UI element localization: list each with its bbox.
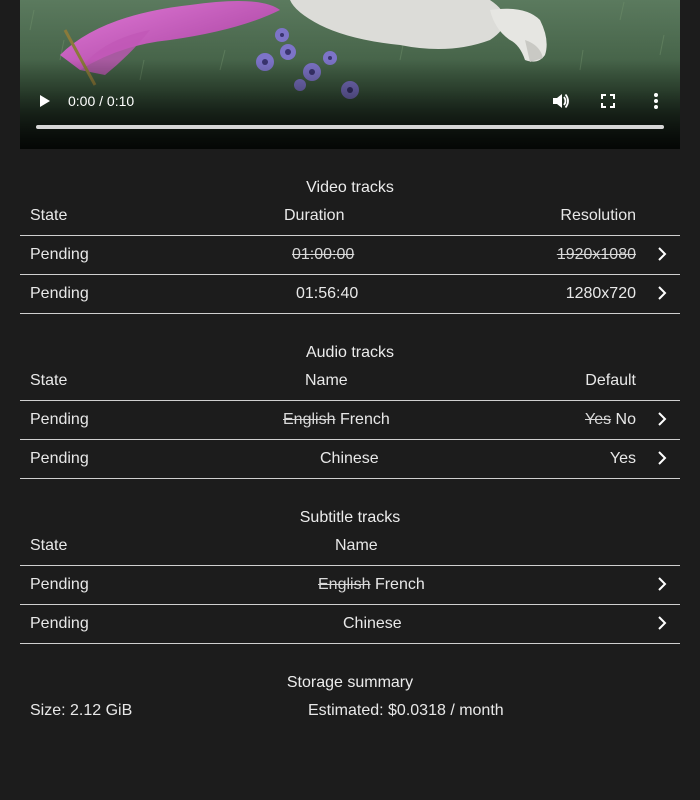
- play-icon[interactable]: [34, 91, 54, 111]
- name-cell: English French: [283, 411, 390, 429]
- duration-header: Duration: [284, 207, 345, 224]
- video-tracks-section: Video tracks State Duration Resolution P…: [20, 176, 680, 316]
- storage-estimate: Estimated: $0.0318 / month: [308, 702, 504, 719]
- fullscreen-icon[interactable]: [598, 91, 618, 111]
- name-new: French: [339, 411, 390, 428]
- volume-icon[interactable]: [550, 91, 570, 111]
- divider: [20, 313, 680, 314]
- audio-tracks-caption: Audio tracks: [305, 344, 395, 361]
- audio-tracks-header: State Name Default: [20, 372, 680, 398]
- table-row[interactable]: Pending 01:00:00 1920x1080: [20, 236, 680, 274]
- subtitle-tracks-caption: Subtitle tracks: [299, 509, 401, 526]
- name-old: English: [283, 411, 336, 428]
- state-header: State: [30, 207, 68, 224]
- resolution-old-cell: 1920x1080: [556, 246, 636, 263]
- name-cell: English French: [318, 576, 425, 594]
- video-tracks-caption: Video tracks: [306, 179, 394, 196]
- subtitle-tracks-header: State Name: [20, 537, 680, 563]
- name-header: Name: [335, 537, 378, 554]
- chevron-right-icon: [658, 247, 667, 261]
- more-vert-icon[interactable]: [646, 91, 666, 111]
- chevron-right-icon: [658, 286, 667, 300]
- default-cell: Yes No: [585, 411, 636, 429]
- state-cell: Pending: [30, 615, 89, 632]
- name-cell: Chinese: [320, 450, 379, 467]
- state-cell: Pending: [30, 576, 89, 593]
- subtitle-tracks-section: Subtitle tracks State Name Pending Engli…: [20, 506, 680, 646]
- state-header: State: [30, 537, 68, 554]
- state-cell: Pending: [30, 285, 89, 302]
- default-cell: Yes: [609, 450, 636, 467]
- table-row[interactable]: Pending English French: [20, 566, 680, 604]
- name-header: Name: [305, 372, 348, 389]
- state-header: State: [30, 372, 68, 389]
- video-tracks-header: State Duration Resolution: [20, 207, 680, 233]
- state-cell: Pending: [30, 246, 89, 263]
- table-row[interactable]: Pending English French Yes No: [20, 401, 680, 439]
- state-cell: Pending: [30, 411, 89, 428]
- default-new: No: [615, 411, 636, 428]
- table-row[interactable]: Pending Chinese Yes: [20, 440, 680, 478]
- name-cell: Chinese: [343, 615, 402, 632]
- chevron-right-icon: [658, 616, 667, 630]
- divider: [20, 478, 680, 479]
- player-controls: 0:00 / 0:10: [20, 88, 680, 114]
- storage-summary-caption: Storage summary: [286, 674, 414, 691]
- table-row[interactable]: Pending Chinese: [20, 605, 680, 643]
- time-display: 0:00 / 0:10: [68, 93, 135, 109]
- storage-summary-section: Storage summary Size: 2.12 GiB Estimated…: [20, 671, 680, 731]
- table-row[interactable]: Pending 01:56:40 1280x720: [20, 275, 680, 313]
- audio-tracks-section: Audio tracks State Name Default Pending …: [20, 341, 680, 481]
- resolution-cell: 1280x720: [565, 285, 636, 302]
- storage-size: Size: 2.12 GiB: [30, 702, 133, 719]
- seek-bar[interactable]: [36, 125, 664, 129]
- video-player[interactable]: 0:00 / 0:10: [20, 0, 680, 149]
- duration-old-cell: 01:00:00: [292, 246, 355, 263]
- resolution-header: Resolution: [560, 207, 636, 224]
- chevron-right-icon: [658, 577, 667, 591]
- duration-cell: 01:56:40: [296, 285, 359, 302]
- name-new: French: [374, 576, 425, 593]
- state-cell: Pending: [30, 450, 89, 467]
- divider: [20, 643, 680, 644]
- default-header: Default: [585, 372, 636, 389]
- chevron-right-icon: [658, 451, 667, 465]
- name-old: English: [318, 576, 371, 593]
- chevron-right-icon: [658, 412, 667, 426]
- default-old: Yes: [584, 411, 612, 428]
